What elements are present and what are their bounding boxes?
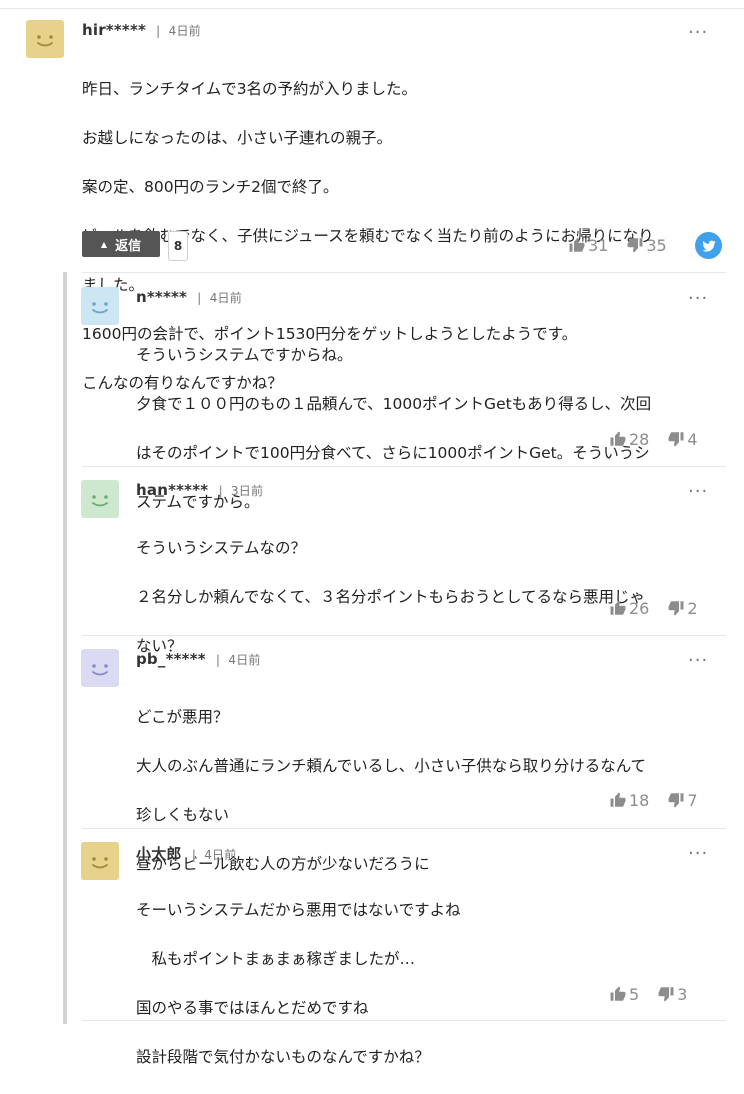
thumbs-up-icon (569, 237, 585, 252)
thumbs-up-icon (610, 792, 626, 807)
twitter-icon (701, 240, 716, 252)
thumbs-down-icon (668, 793, 684, 808)
thumbs-down-icon (668, 601, 684, 616)
reply-button[interactable]: ▲ 返信 (82, 231, 160, 257)
like-count: 28 (629, 429, 650, 449)
more-options-icon[interactable]: ··· (688, 290, 708, 308)
vote-group: 18 7 (609, 789, 698, 811)
like-count: 31 (588, 235, 609, 255)
reply-count-badge[interactable]: 8 (168, 231, 188, 261)
reply-label: 返信 (115, 238, 142, 254)
divider (82, 466, 726, 467)
comment-line: お越しになったのは、小さい子連れの親子。 (82, 128, 393, 147)
comment-line: 大人のぶん普通にランチ頼んでいるし、小さい子供なら取り分けるなんて (136, 756, 646, 775)
dislike-button[interactable]: 3 (657, 985, 687, 1004)
like-button[interactable]: 28 (609, 430, 649, 449)
divider (82, 828, 726, 829)
caret-up-icon: ▲ (100, 239, 108, 249)
separator: | (156, 24, 161, 38)
timestamp: 3日前 (230, 484, 264, 498)
dislike-count: 4 (687, 429, 698, 449)
thumbs-up-icon (610, 986, 626, 1001)
avatar[interactable] (81, 287, 119, 325)
timestamp: 4日前 (168, 24, 201, 38)
username-row: n***** | 4日前 (136, 288, 242, 306)
separator: | (215, 653, 221, 667)
thumbs-down-icon (668, 432, 684, 447)
twitter-share-button[interactable] (695, 232, 722, 259)
separator: | (191, 848, 197, 862)
comment-line: そういうシステムですからね。 (136, 345, 353, 364)
avatar[interactable] (81, 842, 119, 880)
comment-line: どこが悪用？ (136, 707, 229, 726)
username-row: 小太郎 | 4日前 (136, 843, 236, 864)
smiley-avatar-icon (81, 480, 119, 518)
like-button[interactable]: 31 (568, 236, 608, 255)
comment-line: 設計段階で気付かないものなんですかね？ (136, 1047, 430, 1066)
timestamp: 4日前 (204, 848, 237, 862)
smiley-avatar-icon (81, 287, 119, 325)
like-button[interactable]: 26 (609, 599, 649, 618)
more-options-icon[interactable]: ··· (688, 24, 708, 42)
username-row: han***** | 3日前 (136, 481, 263, 499)
dislike-count: 35 (646, 235, 667, 255)
username[interactable]: pb_***** (136, 650, 206, 668)
timestamp: 4日前 (228, 653, 261, 667)
username-row: pb_***** | 4日前 (136, 650, 261, 668)
comment-line: 夕食で１００円のもの１品頼んで、1000ポイントGetもあり得るし、次回 (136, 394, 652, 413)
divider (82, 1020, 726, 1021)
dislike-count: 3 (677, 984, 688, 1004)
comment-line: 私もポイントまぁまぁ稼ぎましたが… (136, 949, 416, 968)
thumbs-up-icon (610, 600, 626, 615)
timestamp: 4日前 (209, 291, 242, 305)
smiley-avatar-icon (81, 842, 119, 880)
separator: | (197, 291, 202, 305)
like-button[interactable]: 5 (609, 985, 639, 1004)
comment-line: そーいうシステムだから悪用ではないですよね (136, 900, 461, 919)
vote-group: 5 3 (609, 983, 687, 1005)
more-options-icon[interactable]: ··· (688, 483, 708, 501)
divider (82, 635, 726, 636)
username[interactable]: han***** (136, 481, 208, 499)
separator: | (218, 484, 223, 498)
thumbs-up-icon (610, 431, 626, 446)
like-count: 26 (629, 598, 650, 618)
comment-line: そういうシステムなの？ (136, 538, 307, 557)
smiley-avatar-icon (81, 649, 119, 687)
username[interactable]: hir***** (82, 21, 146, 39)
more-options-icon[interactable]: ··· (688, 845, 708, 863)
like-count: 5 (629, 984, 640, 1004)
dislike-button[interactable]: 35 (626, 235, 667, 255)
username[interactable]: 小太郎 (136, 845, 182, 863)
dislike-button[interactable]: 4 (667, 429, 698, 449)
divider (82, 272, 726, 273)
comment-line: 昨日、ランチタイムで3名の予約が入りました。 (82, 79, 418, 98)
dislike-button[interactable]: 2 (667, 598, 698, 618)
vote-group: 28 4 (609, 428, 698, 450)
dislike-count: 2 (687, 598, 698, 618)
avatar[interactable] (81, 649, 119, 687)
avatar[interactable] (26, 20, 64, 58)
more-options-icon[interactable]: ··· (688, 652, 708, 670)
smiley-avatar-icon (26, 20, 64, 58)
username-row: hir***** | 4日前 (82, 21, 201, 39)
vote-group: 26 2 (609, 597, 698, 619)
thumbs-down-icon (658, 987, 674, 1002)
dislike-count: 7 (687, 790, 698, 810)
thread-line (63, 272, 67, 1024)
thumbs-down-icon (627, 238, 643, 253)
like-button[interactable]: 18 (609, 791, 649, 810)
comment-line: 案の定、800円のランチ2個で終了。 (82, 177, 339, 196)
like-count: 18 (629, 790, 650, 810)
vote-group: 31 35 (568, 234, 667, 256)
avatar[interactable] (81, 480, 119, 518)
top-divider (0, 8, 744, 9)
username[interactable]: n***** (136, 288, 187, 306)
dislike-button[interactable]: 7 (667, 790, 698, 810)
